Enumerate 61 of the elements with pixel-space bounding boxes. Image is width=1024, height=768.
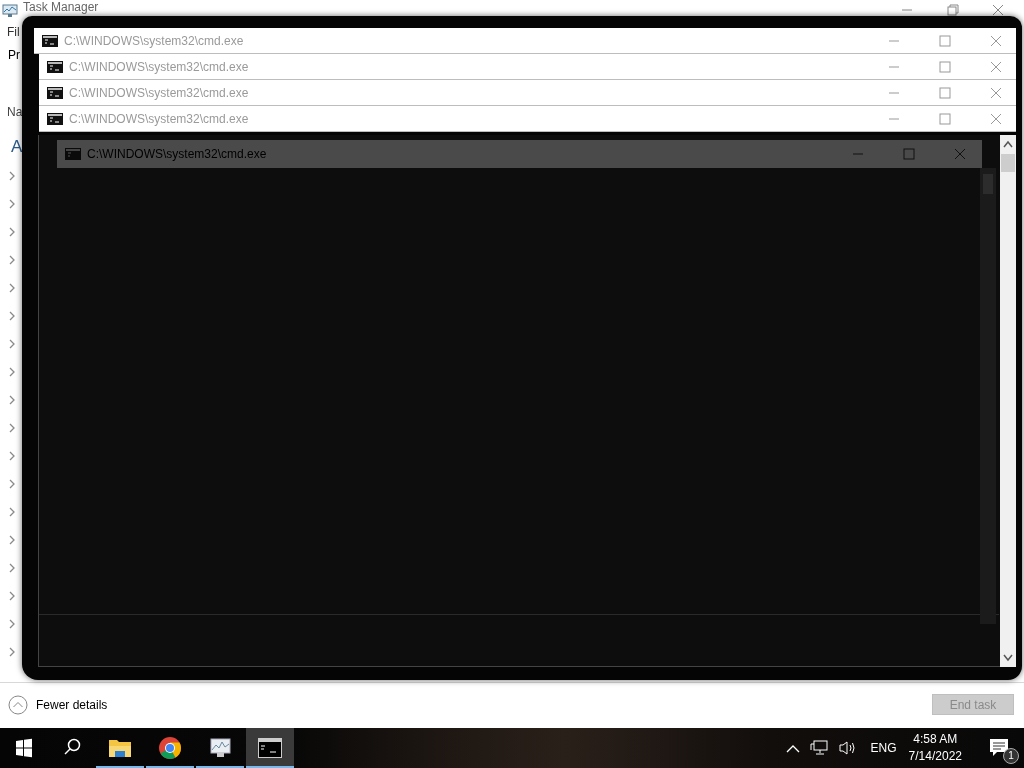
maximize-icon[interactable] xyxy=(939,86,951,99)
clock-date[interactable]: 7/14/2022 xyxy=(908,748,962,765)
tab[interactable]: Pr xyxy=(8,48,20,62)
chevron-icon[interactable] xyxy=(7,394,17,406)
chevron-icon[interactable] xyxy=(7,338,17,350)
notification-count-badge: 1 xyxy=(1003,748,1019,764)
chevron-icon[interactable] xyxy=(7,646,17,658)
window-title: C:\WINDOWS\system32\cmd.exe xyxy=(69,59,249,74)
chevron-icon[interactable] xyxy=(7,506,17,518)
chevron-icon[interactable] xyxy=(7,226,17,238)
group-heading: A xyxy=(11,137,23,157)
fewer-details-link[interactable]: Fewer details xyxy=(36,697,108,712)
console-icon xyxy=(258,738,282,758)
chevron-icon[interactable] xyxy=(7,534,17,546)
console-icon xyxy=(47,112,63,125)
chevron-icon[interactable] xyxy=(7,366,17,378)
menu-item[interactable]: Fil xyxy=(7,25,20,39)
restore-icon[interactable] xyxy=(946,3,960,17)
collapse-icon[interactable] xyxy=(8,694,28,715)
window-title: Task Manager xyxy=(23,1,99,14)
console-icon xyxy=(47,86,63,99)
close-icon[interactable] xyxy=(991,3,1005,17)
maximize-icon[interactable] xyxy=(939,112,951,125)
chevron-icon[interactable] xyxy=(7,478,17,490)
folder-icon xyxy=(108,737,132,759)
chevron-icon[interactable] xyxy=(7,562,17,574)
caret-up-icon[interactable] xyxy=(785,743,800,753)
language-indicator[interactable]: ENG xyxy=(870,741,897,755)
maximize-icon[interactable] xyxy=(903,148,915,160)
chevron-icon[interactable] xyxy=(7,170,17,182)
chevron-icon[interactable] xyxy=(7,450,17,462)
console-icon xyxy=(42,34,58,47)
network-icon[interactable] xyxy=(809,740,828,756)
window-title: C:\WINDOWS\system32\cmd.exe xyxy=(87,147,267,161)
window-title: C:\WINDOWS\system32\cmd.exe xyxy=(69,85,249,100)
browser-icon xyxy=(158,736,182,760)
chevron-icon[interactable] xyxy=(7,590,17,602)
maximize-icon[interactable] xyxy=(939,60,951,73)
chevron-icon[interactable] xyxy=(7,310,17,322)
monitor-chart-icon xyxy=(208,736,232,760)
chevron-icon[interactable] xyxy=(7,422,17,434)
monitor-chart-icon xyxy=(2,4,18,18)
column-header[interactable]: Na xyxy=(7,105,23,119)
clock-time[interactable]: 4:58 AM xyxy=(913,731,958,748)
maximize-icon[interactable] xyxy=(939,34,951,47)
scroll-up-icon[interactable] xyxy=(1003,140,1013,148)
console-icon xyxy=(65,148,81,160)
chevron-icon[interactable] xyxy=(7,282,17,294)
window-title: C:\WINDOWS\system32\cmd.exe xyxy=(69,111,249,126)
scrollbar[interactable] xyxy=(1000,135,1016,667)
taskbar-app[interactable] xyxy=(246,728,294,768)
scrollbar[interactable] xyxy=(980,168,996,624)
console-icon xyxy=(47,60,63,73)
chevron-icon[interactable] xyxy=(7,198,17,210)
scrollbar-thumb[interactable] xyxy=(1001,154,1015,172)
scroll-down-icon[interactable] xyxy=(1003,654,1013,662)
chevron-icon[interactable] xyxy=(7,254,17,266)
volume-icon[interactable] xyxy=(837,740,858,756)
chevron-icon[interactable] xyxy=(7,618,17,630)
window-title: C:\WINDOWS\system32\cmd.exe xyxy=(64,33,244,48)
notification-icon[interactable] xyxy=(989,738,1011,758)
